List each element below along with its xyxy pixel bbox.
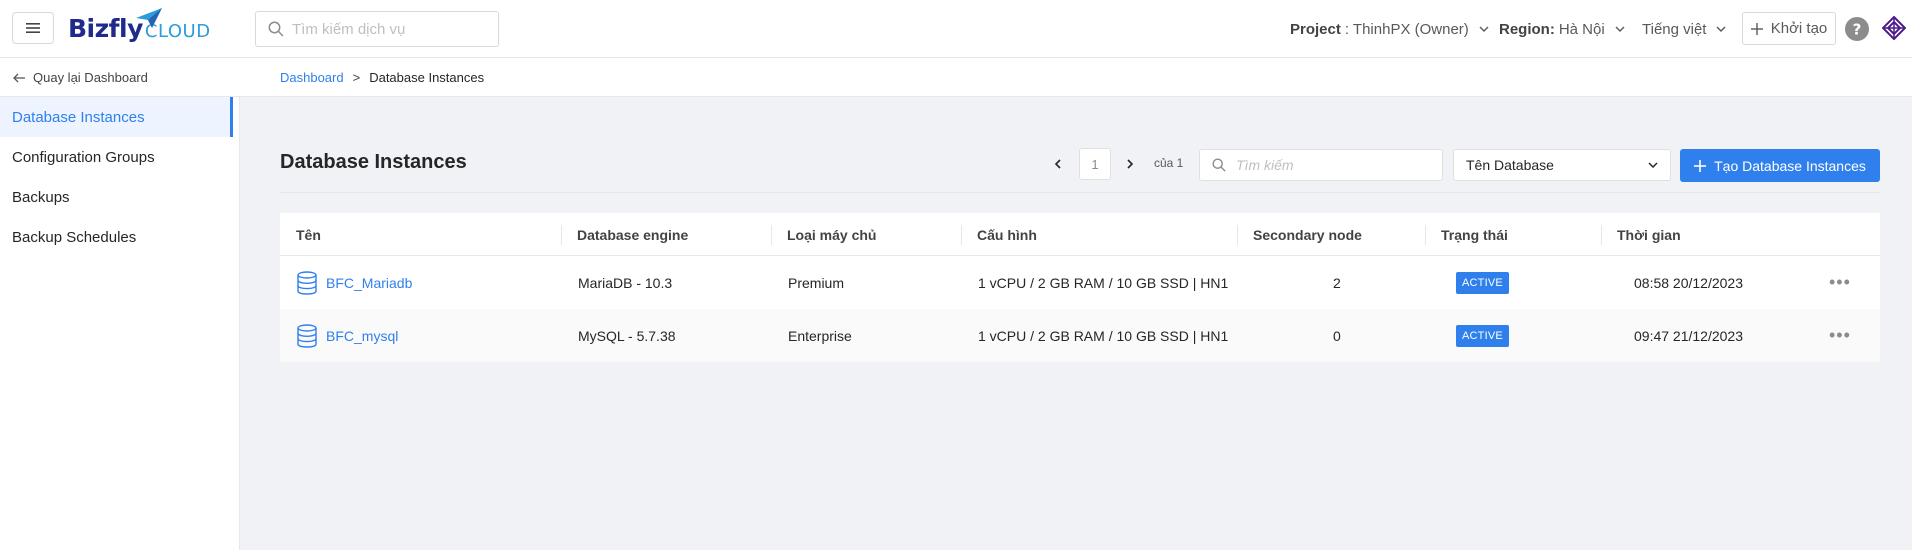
breadcrumb: Dashboard > Database Instances [280,58,484,97]
region-value: Hà Nội [1558,20,1605,38]
instance-name-link[interactable]: BFC_Mariadb [296,256,412,309]
chevron-down-icon [1648,162,1658,168]
row-actions-button[interactable]: ••• [1829,256,1851,309]
status-cell: ACTIVE [1456,309,1509,362]
paper-plane-icon [136,8,162,28]
create-button-label: Tạo Database Instances [1714,157,1866,174]
column-separator [561,225,562,245]
page-title: Database Instances [280,151,467,173]
instance-name: BFC_mysql [326,327,399,344]
engine-cell: MySQL - 5.7.38 [578,327,676,344]
instances-table: Tên Database engine Loại máy chủ Cấu hìn… [280,213,1880,362]
create-database-instance-button[interactable]: Tạo Database Instances [1680,149,1880,182]
service-search-input[interactable]: Tìm kiếm dịch vụ [255,11,499,47]
sidebar-item-label: Backup Schedules [12,228,137,246]
column-separator [771,225,772,245]
select-value: Tên Database [1466,157,1554,173]
hamburger-icon [26,23,40,33]
svg-text:?: ? [1853,21,1862,39]
create-resource-button[interactable]: Khởi tạo [1742,12,1836,45]
database-icon [297,323,317,348]
region-label: Region: [1499,20,1555,38]
status-badge: ACTIVE [1456,324,1509,347]
column-header-name[interactable]: Tên [296,213,321,256]
back-link-label: Quay lại Dashboard [33,70,148,85]
server-type-cell: Enterprise [788,327,852,344]
language-value: Tiếng việt [1642,20,1707,38]
menu-toggle-button[interactable] [12,12,54,44]
create-resource-label: Khởi tạo [1770,20,1828,37]
column-header-engine[interactable]: Database engine [577,213,688,256]
logo-text: Bizfly [68,14,143,43]
sidebar-item-label: Backups [12,188,70,206]
search-icon [1212,158,1226,172]
chevron-right-icon[interactable] [1122,153,1138,175]
row-actions-button[interactable]: ••• [1829,309,1851,362]
divider [280,192,1880,193]
sidebar-item-backup-schedules[interactable]: Backup Schedules [0,217,239,257]
search-field-select[interactable]: Tên Database [1453,149,1671,181]
search-placeholder: Tìm kiếm [1236,157,1294,173]
column-header-time[interactable]: Thời gian [1617,213,1681,256]
time-cell: 08:58 20/12/2023 [1634,274,1743,291]
chevron-left-icon[interactable] [1050,153,1066,175]
column-separator [1237,225,1238,245]
table-row[interactable]: BFC_mysql MySQL - 5.7.38 Enterprise 1 vC… [280,309,1880,362]
sidebar-item-configuration-groups[interactable]: Configuration Groups [0,137,239,177]
sidebar-item-label: Configuration Groups [12,148,155,166]
instance-name: BFC_Mariadb [326,274,413,291]
column-header-server-type[interactable]: Loại máy chủ [787,213,876,256]
status-cell: ACTIVE [1456,256,1509,309]
sidebar-item-backups[interactable]: Backups [0,177,239,217]
apps-grid-icon[interactable] [1882,16,1906,40]
breadcrumb-current: Database Instances [369,70,485,85]
table-header: Tên Database engine Loại máy chủ Cấu hìn… [280,213,1880,256]
instance-search-input[interactable]: Tìm kiếm [1199,149,1443,181]
sidebar-item-label: Database Instances [12,108,145,126]
table-row[interactable]: BFC_Mariadb MariaDB - 10.3 Premium 1 vCP… [280,256,1880,309]
plus-icon [1750,22,1763,35]
breadcrumb-separator: > [352,70,361,85]
pagination-total: của 1 [1154,156,1184,170]
search-placeholder: Tìm kiếm dịch vụ [292,20,406,38]
top-navbar: Bizfly CLOUD Tìm kiếm dịch vụ Project : … [0,0,1912,58]
config-cell: 1 vCPU / 2 GB RAM / 10 GB SSD | HN1 [978,327,1229,344]
bizfly-logo[interactable]: Bizfly CLOUD [68,8,211,48]
sidebar: Database Instances Configuration Groups … [0,97,240,550]
chevron-down-icon [1615,26,1625,32]
engine-cell: MariaDB - 10.3 [578,274,673,291]
pagination-current-page[interactable]: 1 [1079,148,1111,180]
sub-header: Quay lại Dashboard Dashboard > Database … [0,58,1912,97]
secondary-node-cell: 2 [1333,274,1341,291]
secondary-node-cell: 0 [1333,327,1341,344]
chevron-down-icon [1716,26,1726,32]
server-type-cell: Premium [788,274,845,291]
search-icon [268,21,284,37]
chevron-down-icon [1479,26,1489,32]
back-to-dashboard-link[interactable]: Quay lại Dashboard [13,58,148,97]
database-icon [297,270,317,295]
language-selector[interactable]: Tiếng việt [1642,0,1726,58]
sidebar-item-database-instances[interactable]: Database Instances [0,97,233,137]
column-separator [1601,225,1602,245]
project-value: : ThinhPX (Owner) [1344,20,1469,38]
instance-name-link[interactable]: BFC_mysql [296,309,398,362]
breadcrumb-dashboard-link[interactable]: Dashboard [280,70,344,85]
time-cell: 09:47 21/12/2023 [1634,327,1743,344]
plus-icon [1694,159,1707,172]
region-selector[interactable]: Region: Hà Nội [1499,0,1625,58]
config-cell: 1 vCPU / 2 GB RAM / 10 GB SSD | HN1 [978,274,1229,291]
column-separator [961,225,962,245]
column-header-config[interactable]: Cấu hình [977,213,1037,256]
status-badge: ACTIVE [1456,271,1509,294]
column-header-status[interactable]: Trạng thái [1441,213,1508,256]
project-selector[interactable]: Project : ThinhPX (Owner) [1290,0,1489,58]
column-separator [1425,225,1426,245]
help-icon[interactable]: ? [1845,17,1869,41]
project-label: Project [1290,20,1341,38]
arrow-left-icon [13,73,25,82]
column-header-secondary-node[interactable]: Secondary node [1253,213,1362,256]
